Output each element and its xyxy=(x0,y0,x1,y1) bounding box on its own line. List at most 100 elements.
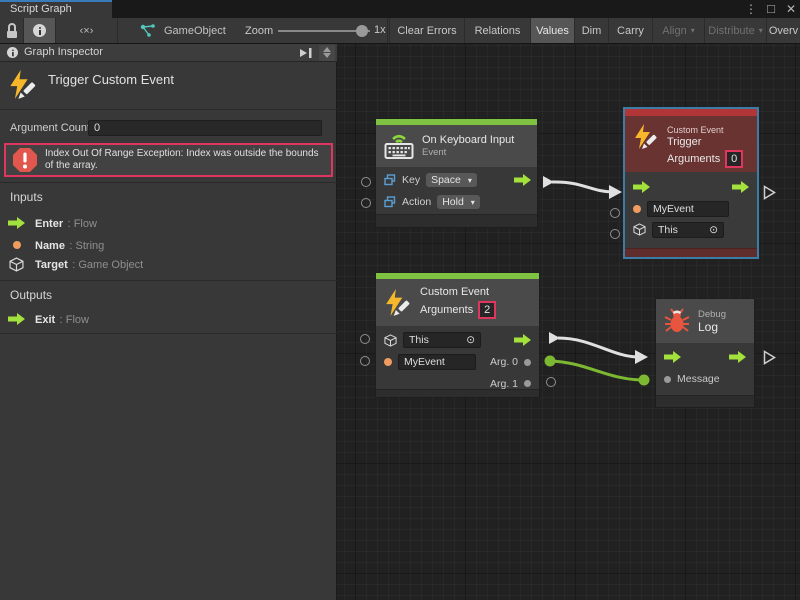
port-row-name: Name : String xyxy=(8,236,104,254)
event-name-field[interactable]: MyEvent xyxy=(647,201,729,217)
cube-icon xyxy=(633,223,646,236)
key-dropdown[interactable]: Space ▾ xyxy=(426,173,477,187)
action-label: Action xyxy=(402,196,431,208)
node-footer xyxy=(625,248,757,257)
code-view-button[interactable]: ‹×› xyxy=(56,18,118,43)
error-message-box: Index Out Of Range Exception: Index was … xyxy=(4,143,333,177)
values-button[interactable]: Values xyxy=(531,18,575,43)
zoom-value: 1x xyxy=(374,24,386,36)
target-field[interactable]: This ⊙ xyxy=(403,332,481,348)
target-field[interactable]: This ⊙ xyxy=(652,222,724,238)
flow-arrow-icon xyxy=(8,313,25,325)
input-port-ring[interactable] xyxy=(360,334,370,344)
node-on-keyboard-input[interactable]: On Keyboard Input Event Key Space ▾ Acti… xyxy=(375,118,538,228)
port-name: Target xyxy=(35,259,68,271)
target-value: This xyxy=(658,223,678,237)
flow-input-port[interactable] xyxy=(664,351,681,363)
outputs-header: Outputs xyxy=(10,288,52,302)
arguments-count-field[interactable]: 2 xyxy=(478,301,496,319)
flow-input-port[interactable] xyxy=(633,181,650,193)
clear-errors-button[interactable]: Clear Errors xyxy=(389,18,465,43)
value-input-port[interactable] xyxy=(664,376,671,383)
graph-toolbar: ‹×› GameObject Zoom 1x Clear Errors Rela… xyxy=(0,18,800,44)
cube-icon xyxy=(384,334,397,347)
gameobject-label[interactable]: GameObject xyxy=(164,25,226,37)
event-name-field[interactable]: MyEvent xyxy=(398,354,476,370)
value-output-port[interactable] xyxy=(524,380,531,387)
zoom-slider-handle[interactable] xyxy=(356,25,368,37)
graph-inspector-panel: Graph Inspector Trigger Custom Event Arg… xyxy=(0,44,337,600)
dock-icon[interactable] xyxy=(299,46,313,60)
keyboard-event-icon xyxy=(384,132,414,160)
overview-button[interactable]: Overv xyxy=(767,18,800,43)
node-trigger-custom-event[interactable]: Custom Event Trigger Arguments 0 MyEvent… xyxy=(624,108,758,258)
value-output-port[interactable] xyxy=(524,359,531,366)
key-value: Space xyxy=(431,174,461,186)
port-name: Exit xyxy=(35,314,55,326)
input-port-ring[interactable] xyxy=(361,198,371,208)
dim-button[interactable]: Dim xyxy=(575,18,609,43)
wire-arrowhead xyxy=(609,185,622,199)
flow-output-port[interactable] xyxy=(729,351,746,363)
info-icon xyxy=(33,24,46,37)
window-close-icon[interactable]: ✕ xyxy=(782,0,800,18)
flow-output-port[interactable] xyxy=(732,181,749,193)
carry-button[interactable]: Carry xyxy=(609,18,653,43)
port-type: : Flow xyxy=(60,314,89,326)
arg1-label: Arg. 1 xyxy=(490,378,518,390)
relations-button[interactable]: Relations xyxy=(465,18,531,43)
lock-icon xyxy=(7,23,17,38)
argument-count-label: Argument Count xyxy=(10,122,90,134)
arguments-count-field[interactable]: 0 xyxy=(725,150,743,168)
lock-button[interactable] xyxy=(0,18,24,43)
input-port-ring[interactable] xyxy=(610,229,620,239)
tab-bar: Script Graph ⋮ □ ✕ xyxy=(0,0,800,18)
key-binding-icon xyxy=(384,196,396,208)
window-menu-icon[interactable]: ⋮ xyxy=(742,0,760,18)
node-custom-event-arguments[interactable]: Custom Event Arguments 2 This ⊙ MyEvent … xyxy=(375,272,540,398)
object-picker-icon[interactable]: ⊙ xyxy=(466,333,475,347)
node-supertitle: Custom Event xyxy=(420,286,496,299)
error-text: Index Out Of Range Exception: Index was … xyxy=(45,148,331,172)
graph-inspector-header: Graph Inspector xyxy=(0,44,337,62)
node-footer xyxy=(656,395,754,407)
error-strip xyxy=(625,109,757,116)
tab-script-graph[interactable]: Script Graph xyxy=(0,0,112,18)
align-button[interactable]: Align ▾ xyxy=(653,18,705,43)
value-wire-arg0-message xyxy=(550,361,644,380)
wire-end-dot xyxy=(545,356,556,367)
chevron-down-icon: ▾ xyxy=(471,198,475,207)
input-port-ring[interactable] xyxy=(610,208,620,218)
window-maximize-icon[interactable]: □ xyxy=(762,0,780,18)
flow-continuation-icon[interactable] xyxy=(763,350,776,365)
zoom-label: Zoom xyxy=(245,25,273,37)
string-port-icon xyxy=(13,241,21,249)
flow-continuation-icon[interactable] xyxy=(763,185,776,200)
scroll-down-icon[interactable] xyxy=(323,53,331,58)
scroll-up-icon[interactable] xyxy=(323,47,331,52)
flow-output-port[interactable] xyxy=(514,334,531,346)
node-debug-log[interactable]: Debug Log Message xyxy=(655,298,755,408)
inputs-header: Inputs xyxy=(10,190,43,204)
string-port-icon xyxy=(384,358,392,366)
argument-count-input[interactable] xyxy=(88,120,322,136)
flow-wire-arguments-debug xyxy=(558,338,639,357)
info-icon xyxy=(7,47,18,58)
flow-wire-keyboard-trigger xyxy=(552,182,613,192)
object-picker-icon[interactable]: ⊙ xyxy=(709,223,718,237)
bug-icon xyxy=(664,308,690,334)
custom-event-icon xyxy=(384,289,412,317)
inspect-toggle-button[interactable] xyxy=(24,18,56,43)
distribute-button[interactable]: Distribute ▾ xyxy=(705,18,767,43)
node-footer xyxy=(376,214,537,227)
message-label: Message xyxy=(677,373,720,385)
input-port-ring[interactable] xyxy=(361,177,371,187)
flow-output-port[interactable] xyxy=(514,174,531,186)
graph-canvas[interactable]: On Keyboard Input Event Key Space ▾ Acti… xyxy=(337,44,800,600)
action-dropdown[interactable]: Hold ▾ xyxy=(437,195,480,209)
wire-arrowhead xyxy=(635,350,648,364)
port-name: Name xyxy=(35,240,65,252)
input-port-ring[interactable] xyxy=(360,356,370,366)
panel-scroll-arrows[interactable] xyxy=(319,45,335,61)
output-port-ring[interactable] xyxy=(546,377,556,387)
